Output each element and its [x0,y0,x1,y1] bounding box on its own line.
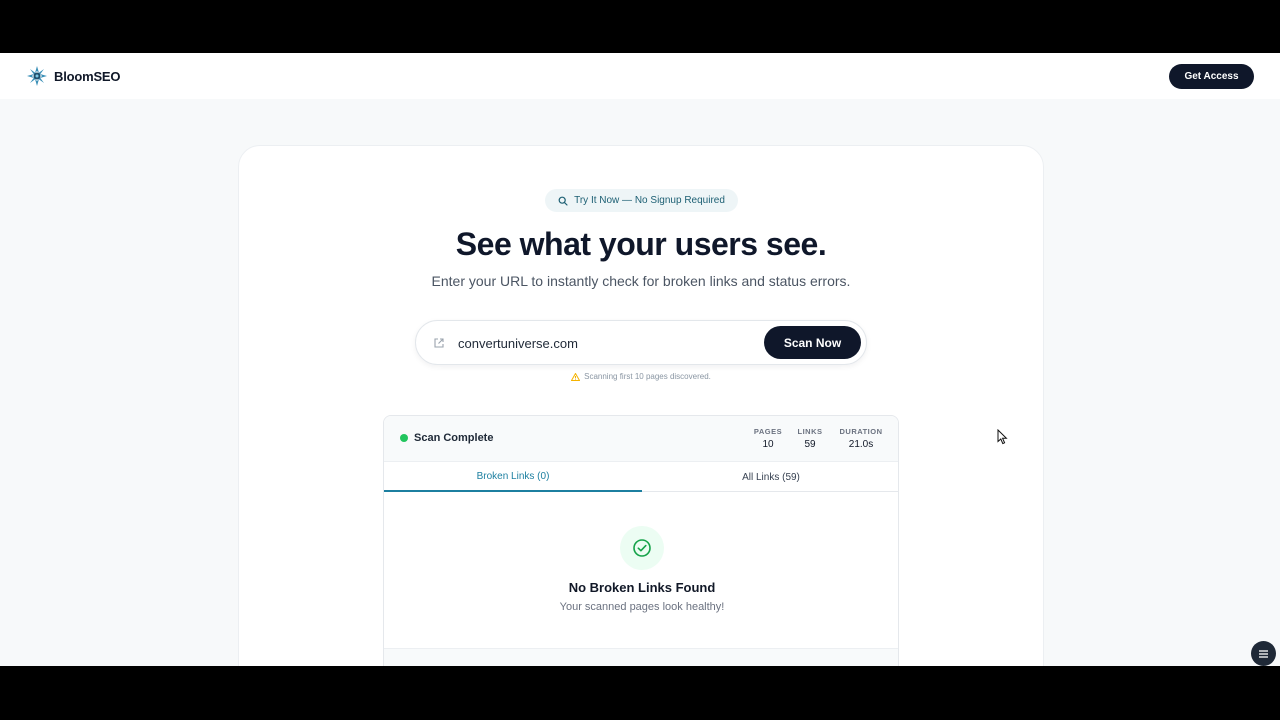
stat-duration: DURATION 21.0s [836,427,886,450]
top-nav: BloomSEO Get Access [0,53,1280,99]
pill-label: Try It Now — No Signup Required [574,195,725,206]
stat-label: LINKS [797,427,823,436]
browser-viewport: BloomSEO Get Access Try It Now — No Sign… [0,53,1280,666]
letterbox-bottom [0,666,1280,720]
stat-label: PAGES [753,427,783,436]
scan-note-text: Scanning first 10 pages discovered. [584,372,711,381]
brand[interactable]: BloomSEO [26,65,120,87]
results-footer [384,648,898,666]
empty-state-subtitle: Your scanned pages look healthy! [559,601,725,613]
stat-value: 10 [762,439,774,450]
page-subtitle: Enter your URL to instantly check for br… [431,273,851,289]
status-dot [400,434,408,442]
stat-value: 59 [804,439,816,450]
stat-links: LINKS 59 [794,427,826,450]
scan-results-panel: Scan Complete PAGES 10 LINKS 59 DURATION… [383,415,899,666]
get-access-button[interactable]: Get Access [1169,64,1254,89]
url-input[interactable] [458,333,758,353]
scan-status: Scan Complete [400,432,493,444]
empty-state-badge [620,526,664,570]
page-title: See what your users see. [455,226,827,262]
warning-icon [571,372,581,381]
letterbox-top [0,0,1280,53]
stat-value: 21.0s [848,439,874,450]
menu-fab-button[interactable] [1251,641,1276,666]
tab-broken-links[interactable]: Broken Links (0) [384,462,642,492]
hero-card: Try It Now — No Signup Required See what… [238,145,1044,666]
tab-all-links[interactable]: All Links (59) [642,462,898,492]
stat-label: DURATION [839,427,883,436]
external-link-icon [434,338,444,348]
flower-logo-icon [27,66,47,86]
mouse-cursor-icon [997,429,1008,445]
brand-name: BloomSEO [54,68,121,84]
check-circle-icon [633,539,651,557]
search-icon [558,196,568,206]
status-label: Scan Complete [414,432,494,444]
try-it-pill: Try It Now — No Signup Required [545,189,738,212]
stat-pages: PAGES 10 [752,427,784,450]
scan-now-button[interactable]: Scan Now [764,326,861,359]
empty-state-title: No Broken Links Found [568,580,716,595]
scan-form: Scan Now [415,320,867,365]
scan-note: Scanning first 10 pages discovered. [239,372,1043,381]
results-tabs: Broken Links (0) All Links (59) [384,462,898,492]
results-header: Scan Complete PAGES 10 LINKS 59 DURATION… [384,416,898,462]
menu-icon [1259,649,1268,658]
